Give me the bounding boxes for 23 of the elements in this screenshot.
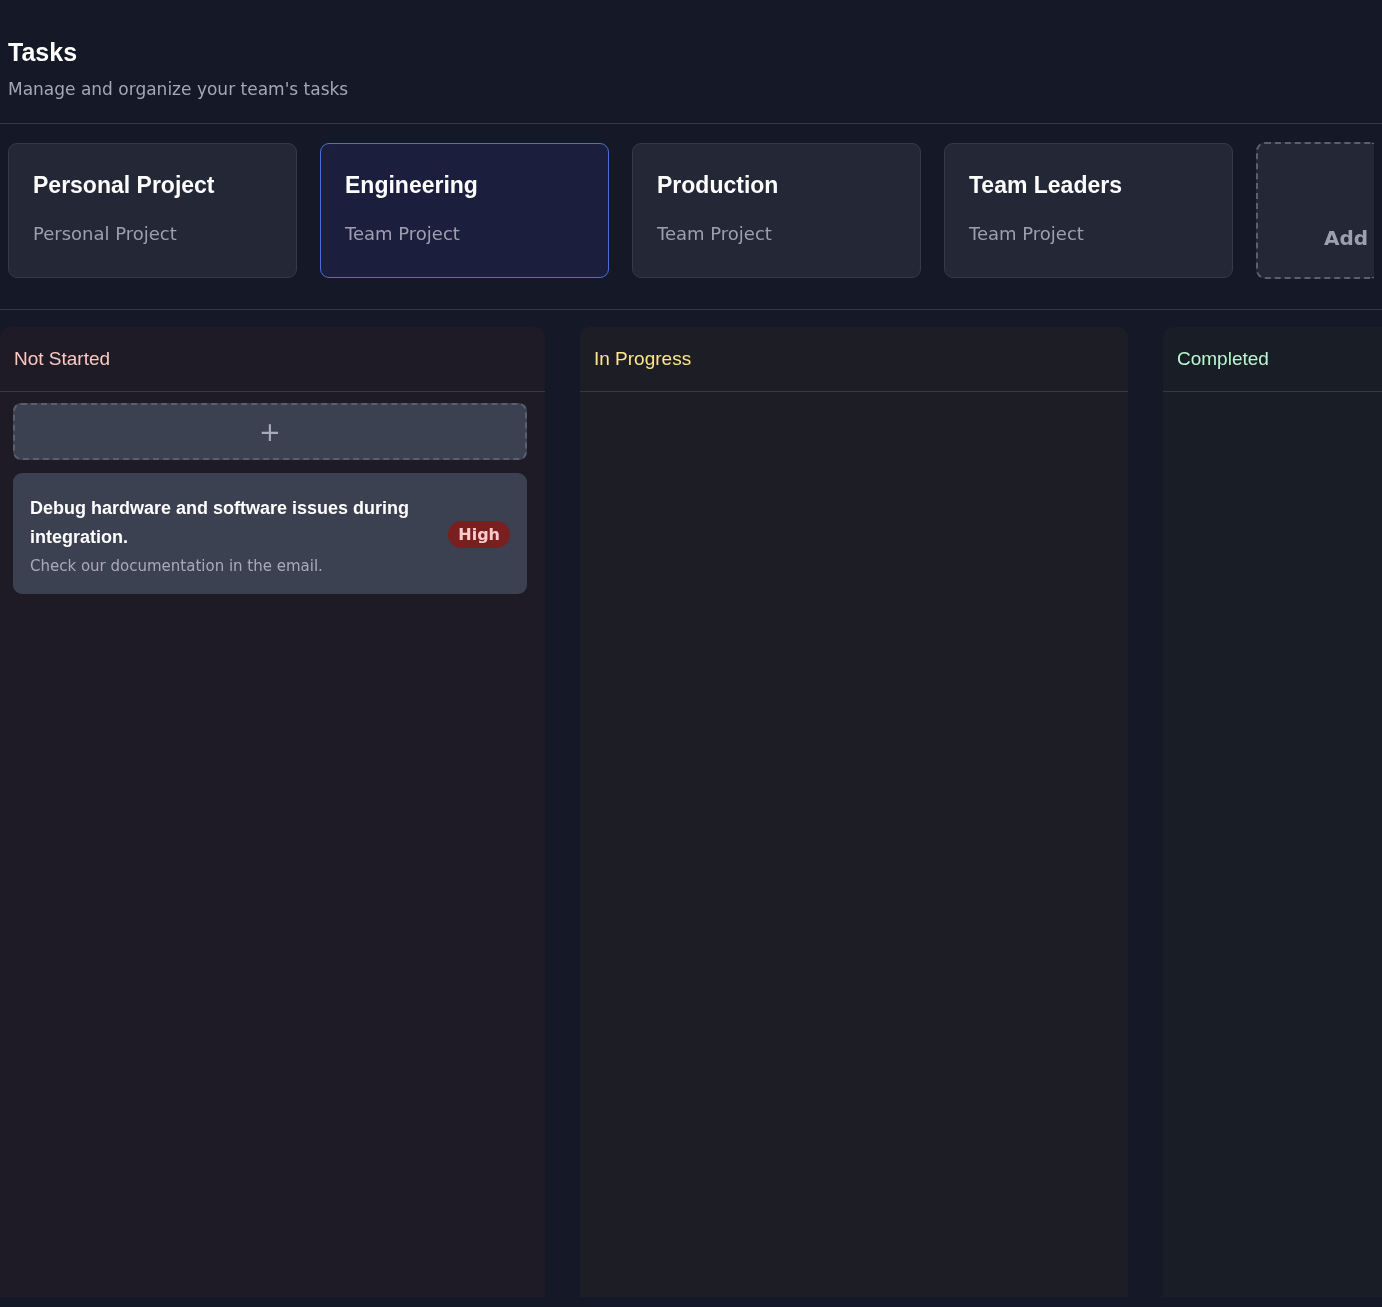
project-name: Personal Project <box>33 172 216 199</box>
priority-badge: High <box>448 521 510 548</box>
project-card[interactable]: Team Leaders Team Project <box>944 143 1233 278</box>
page-title: Tasks <box>8 38 79 67</box>
task-title: Debug hardware and software issues during integration. <box>30 497 411 549</box>
project-type: Team Project <box>657 223 773 244</box>
project-card[interactable]: Personal Project Personal Project <box>8 143 297 278</box>
add-task-button[interactable]: + <box>13 403 527 460</box>
project-type: Team Project <box>345 223 461 244</box>
column-title: Not Started <box>14 348 111 370</box>
page-subtitle: Manage and organize your team's tasks <box>8 79 350 99</box>
project-name: Engineering <box>345 172 479 199</box>
task-card[interactable]: Debug hardware and software issues during integration. Check our documentation in the email. High <box>13 473 527 594</box>
column-title: In Progress <box>594 348 692 370</box>
project-name: Team Leaders <box>969 172 1123 199</box>
project-card[interactable]: Engineering Team Project <box>320 143 609 278</box>
project-card[interactable]: Production Team Project <box>632 143 921 278</box>
project-type: Team Project <box>969 223 1085 244</box>
column-title: Completed <box>1177 348 1269 370</box>
project-type: Personal Project <box>33 223 178 244</box>
project-name: Production <box>657 172 780 199</box>
task-description: Check our documentation in the email. <box>30 557 324 575</box>
add-project-button[interactable]: Add <box>1256 142 1374 279</box>
